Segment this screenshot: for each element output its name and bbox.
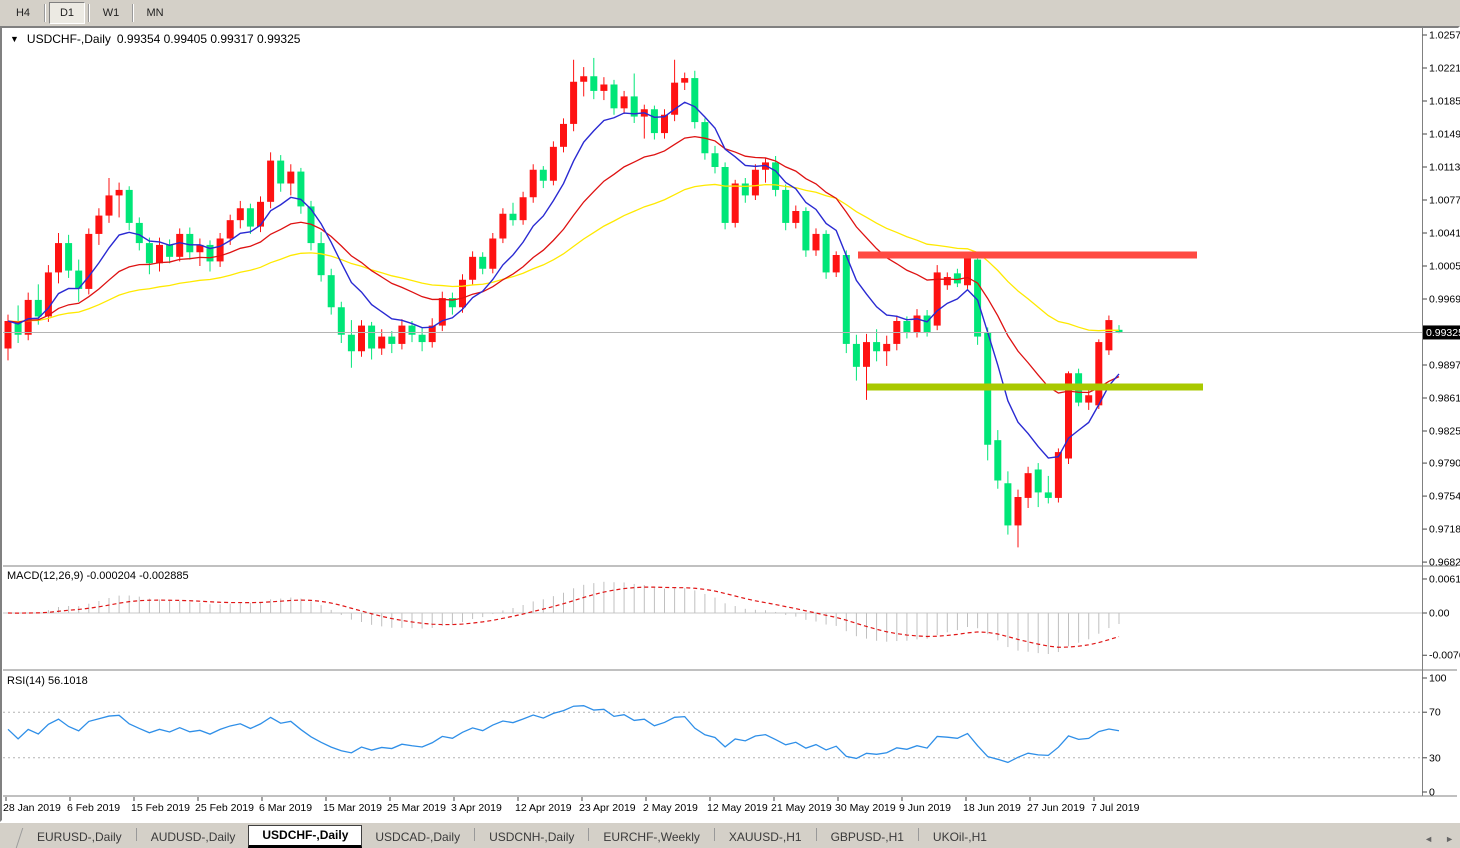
tab-scroll-left-icon[interactable]: ◄ — [1424, 834, 1433, 844]
tab-separator — [588, 828, 590, 841]
rsi-indicator-label: RSI(14) 56.1018 — [7, 675, 88, 687]
tab-separator — [917, 828, 919, 841]
toolbar-separator — [132, 3, 134, 22]
tab-usdchf-daily[interactable]: USDCHF-,Daily — [248, 825, 363, 848]
tab-gbpusd-h1[interactable]: GBPUSD-,H1 — [818, 827, 917, 847]
timeframe-button-d1[interactable]: D1 — [49, 1, 85, 24]
chart-ohlc-values: 0.99354 0.99405 0.99317 0.99325 — [116, 32, 301, 46]
chart-tab-bar: EURUSD-,Daily AUDUSD-,Daily USDCHF-,Daily U… — [0, 822, 1460, 848]
timeframe-button-w1[interactable]: W1 — [93, 1, 129, 24]
tab-separator — [815, 828, 817, 841]
chart-window — [0, 26, 1460, 822]
tab-separator — [474, 828, 476, 841]
timeframe-button-mn[interactable]: MN — [137, 1, 173, 24]
toolbar-separator — [88, 3, 90, 22]
tab-scroll-right-icon[interactable]: ► — [1445, 834, 1454, 844]
tab-xauusd-h1[interactable]: XAUUSD-,H1 — [716, 827, 815, 847]
chart-symbol-label: USDCHF-,Daily — [26, 32, 111, 46]
tabs-host: EURUSD-,Daily AUDUSD-,Daily USDCHF-,Daily U… — [24, 825, 1000, 848]
tab-separator — [713, 828, 715, 841]
mt4-workspace: { "toolbar":{ "buttons":[ {"label":"H4",… — [0, 0, 1460, 848]
timeframe-button-h4[interactable]: H4 — [5, 1, 41, 24]
tab-ukoil-h1[interactable]: UKOil-,H1 — [920, 827, 1000, 847]
timeframe-toolbar: H4 D1 W1 MN — [0, 0, 1460, 25]
toolbar-separator — [44, 3, 46, 22]
tab-eurchf-weekly[interactable]: EURCHF-,Weekly — [590, 827, 712, 847]
chart-title: ▼ USDCHF-,Daily 0.99354 0.99405 0.99317 … — [10, 32, 300, 46]
tab-usdcnh-daily[interactable]: USDCNH-,Daily — [476, 827, 587, 847]
tab-scroll-arrows: ◄ ► — [1424, 834, 1454, 844]
tab-separator — [135, 828, 137, 841]
macd-indicator-label: MACD(12,26,9) -0.000204 -0.002885 — [7, 570, 189, 582]
tab-audusd-daily[interactable]: AUDUSD-,Daily — [138, 827, 249, 847]
symbol-dropdown-icon[interactable]: ▼ — [10, 34, 19, 44]
tab-usdcad-daily[interactable]: USDCAD-,Daily — [362, 827, 473, 847]
tab-bar-notch — [9, 828, 24, 848]
tab-eurusd-daily[interactable]: EURUSD-,Daily — [24, 827, 135, 847]
